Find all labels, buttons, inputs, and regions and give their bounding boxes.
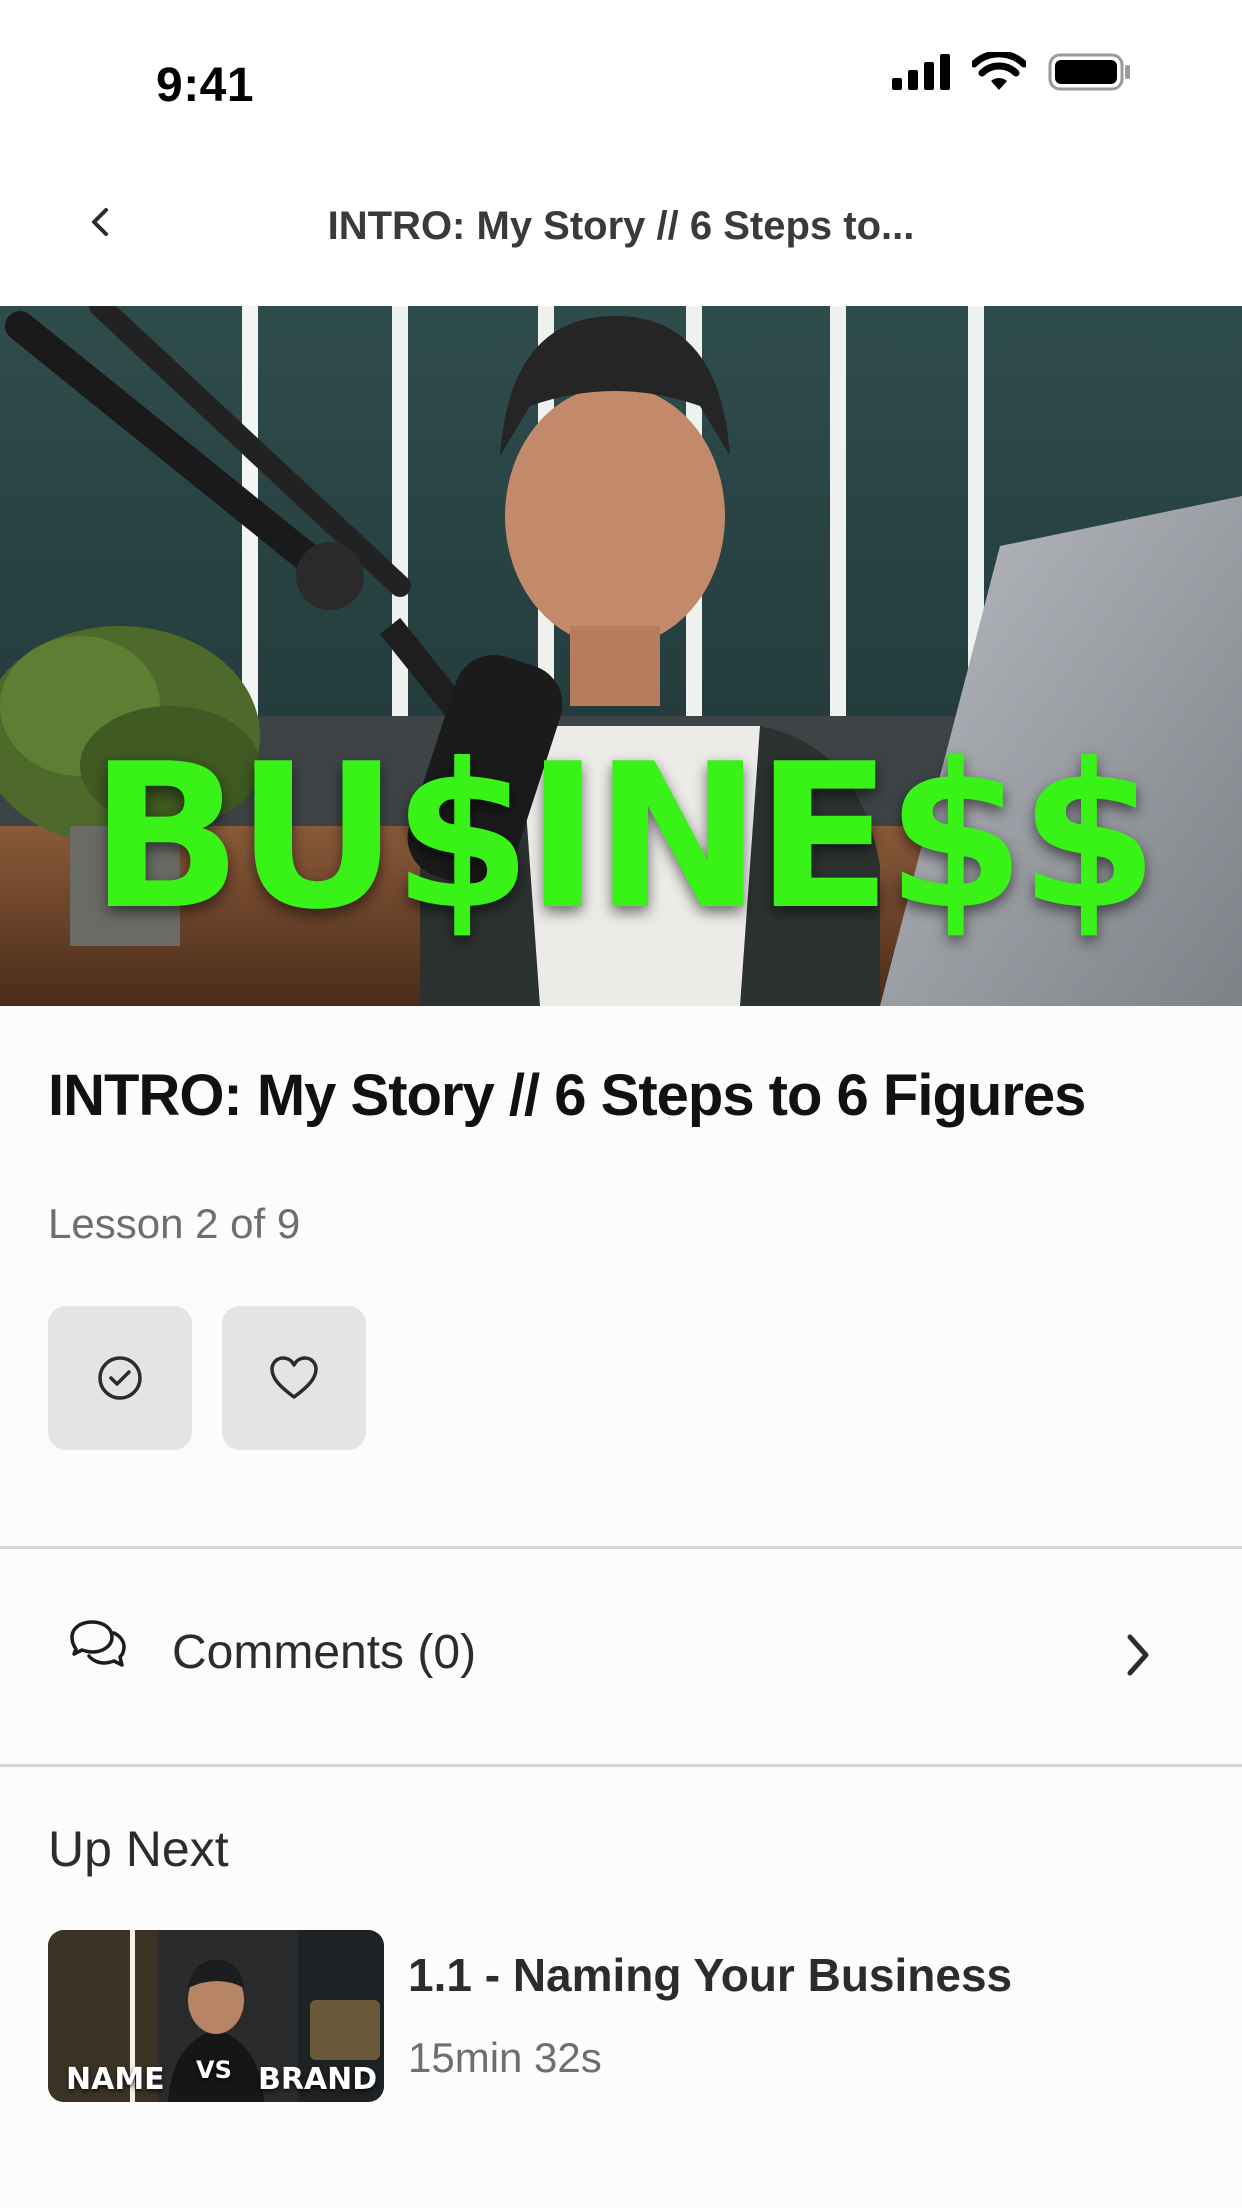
up-next-duration: 15min 32s [408,2034,602,2081]
video-overlay-text: BU$INE$$ [89,721,1159,954]
up-next-item[interactable]: NAME VS BRAND 1.1 - Naming Your Business… [48,1930,1198,2102]
thumbnail-label-mid: VS [196,2056,232,2084]
status-time: 9:41 [156,59,255,112]
chat-bubbles-icon [70,1620,126,1667]
heart-icon [270,1356,318,1399]
favorite-button[interactable] [222,1306,366,1450]
up-next-title: 1.1 - Naming Your Business [408,1949,1013,2001]
video-player[interactable]: BU$INE$$ [0,306,1242,1006]
cellular-signal-icon [892,54,950,90]
up-next-thumbnail: NAME VS BRAND [48,1930,384,2102]
divider [0,1764,1242,1767]
status-icons [892,52,1132,92]
navigation-bar: INTRO: My Story // 6 Steps to... [0,150,1242,306]
status-bar: 9:41 [0,0,1242,150]
lesson-progress: Lesson 2 of 9 [48,1200,301,1247]
chevron-right-icon [1127,1634,1149,1676]
mark-complete-button[interactable] [48,1306,192,1450]
check-circle-icon [98,1356,142,1400]
thumbnail-label-left: NAME [66,2062,165,2097]
lesson-title: INTRO: My Story // 6 Steps to 6 Figures [48,1063,1086,1128]
back-button[interactable] [72,194,128,250]
up-next-heading: Up Next [48,1821,229,1877]
comments-row[interactable]: Comments (0) [0,1549,1242,1764]
wifi-icon [972,52,1026,90]
nav-title: INTRO: My Story // 6 Steps to... [327,204,915,248]
chevron-left-icon [92,208,108,236]
comments-label: Comments (0) [172,1626,477,1679]
thumbnail-label-right: BRAND [258,2062,378,2097]
battery-icon [1048,53,1130,91]
